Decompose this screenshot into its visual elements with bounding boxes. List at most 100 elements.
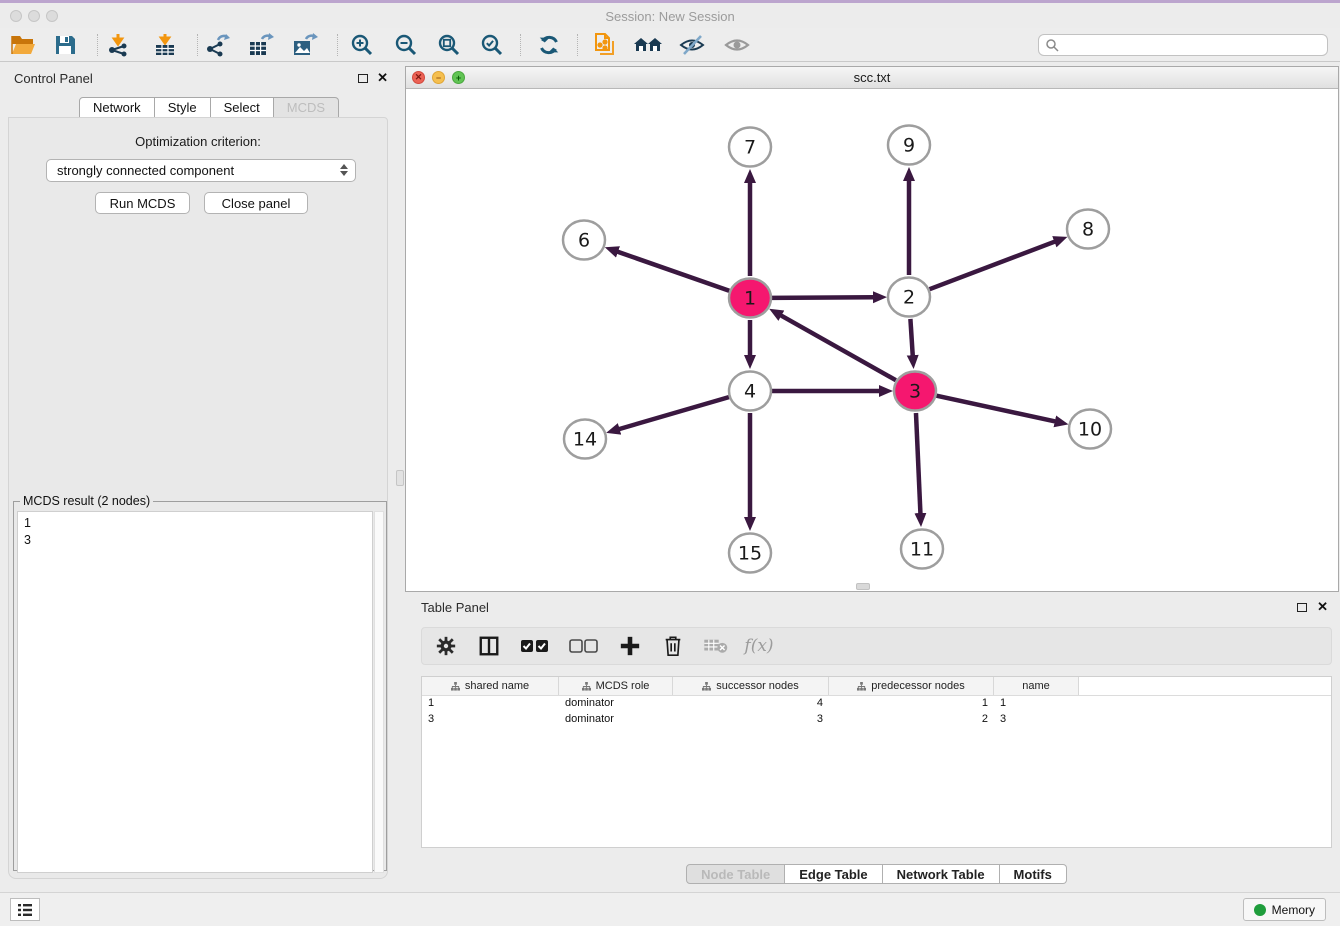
graph-node-label: 10 [1078, 419, 1102, 441]
tab-select[interactable]: Select [211, 97, 274, 118]
search-icon [1045, 38, 1059, 52]
close-panel-button[interactable]: Close panel [204, 192, 308, 214]
toolbar-separator [197, 34, 198, 56]
table-cell[interactable]: 1 [994, 696, 1079, 712]
export-image-icon[interactable] [290, 32, 320, 58]
mcds-result-list[interactable]: 1 3 [17, 511, 373, 873]
table-row[interactable]: 1dominator411 [422, 696, 1331, 712]
table-cell[interactable]: 1 [829, 696, 994, 712]
criterion-select[interactable]: strongly connected component [46, 159, 356, 182]
main-toolbar [0, 28, 1340, 62]
column-header-name[interactable]: name [994, 677, 1079, 695]
tab-edge-table[interactable]: Edge Table [785, 864, 882, 884]
close-panel-icon[interactable]: ✕ [377, 70, 388, 86]
show-all-icon[interactable] [722, 32, 752, 58]
delete-column-icon[interactable] [659, 633, 687, 659]
task-history-button[interactable] [10, 898, 40, 921]
zoom-out-icon[interactable] [391, 32, 421, 58]
task-list-icon [17, 903, 33, 917]
graph-edge[interactable] [930, 241, 1056, 289]
graph-node-label: 1 [744, 288, 756, 310]
table-cell[interactable]: dominator [559, 712, 673, 728]
control-panel-tabs: Network Style Select MCDS [79, 97, 339, 118]
hierarchy-icon [451, 682, 460, 691]
export-network-icon[interactable] [203, 32, 233, 58]
graph-edge[interactable] [910, 319, 912, 356]
duplicate-network-icon[interactable] [589, 32, 619, 58]
show-columns-icon[interactable] [475, 633, 503, 659]
tab-node-table[interactable]: Node Table [686, 864, 785, 884]
create-column-icon[interactable] [616, 633, 644, 659]
tab-network-table[interactable]: Network Table [883, 864, 1000, 884]
table-body: 1dominator4113dominator323 [422, 696, 1331, 728]
network-window-title: scc.txt [406, 70, 1338, 85]
control-panel: Control Panel ✕ Network Style Select MCD… [0, 62, 396, 886]
export-table-icon[interactable] [246, 32, 276, 58]
graph-node-label: 7 [744, 137, 756, 159]
refresh-layout-icon[interactable] [534, 32, 564, 58]
table-cell[interactable]: 4 [673, 696, 829, 712]
import-network-icon[interactable] [103, 32, 133, 58]
table-settings-icon[interactable] [432, 633, 460, 659]
mcds-panel: Optimization criterion: strongly connect… [8, 117, 388, 879]
import-table-icon[interactable] [150, 32, 180, 58]
table-cell[interactable]: 1 [422, 696, 559, 712]
graph-edge[interactable] [772, 297, 874, 298]
table-cell[interactable]: 2 [829, 712, 994, 728]
graph-node-label: 2 [903, 287, 915, 309]
graph-edge[interactable] [619, 397, 729, 429]
run-mcds-button[interactable]: Run MCDS [95, 192, 190, 214]
status-bar: Memory [0, 892, 1340, 926]
tab-motifs[interactable]: Motifs [1000, 864, 1067, 884]
deselect-all-rows-icon[interactable] [567, 633, 601, 659]
graph-node-label: 3 [909, 381, 921, 403]
toolbar-separator [520, 34, 521, 56]
open-session-icon[interactable] [8, 32, 38, 58]
column-header-predecessor-nodes[interactable]: predecessor nodes [829, 677, 994, 695]
float-panel-icon[interactable] [358, 74, 368, 83]
result-line: 1 [24, 515, 372, 532]
zoom-in-icon[interactable] [347, 32, 377, 58]
table-tabs: Node Table Edge Table Network Table Moti… [413, 864, 1340, 884]
tab-style[interactable]: Style [155, 97, 211, 118]
panel-splitter-handle[interactable] [396, 470, 404, 486]
first-neighbors-icon[interactable] [633, 32, 663, 58]
result-scrollbar[interactable] [374, 511, 384, 873]
network-window-titlebar[interactable]: ✕ − + scc.txt [406, 67, 1338, 89]
table-cell[interactable]: dominator [559, 696, 673, 712]
graph-node-label: 8 [1082, 219, 1094, 241]
search-input[interactable] [1063, 36, 1327, 54]
control-panel-title: Control Panel [14, 71, 93, 86]
table-row[interactable]: 3dominator323 [422, 712, 1331, 728]
hierarchy-icon [582, 682, 591, 691]
graph-edge[interactable] [617, 252, 729, 291]
hide-selected-icon[interactable] [677, 32, 707, 58]
delete-table-icon [702, 633, 730, 659]
mcds-result-title: MCDS result (2 nodes) [20, 494, 153, 508]
table-cell[interactable]: 3 [994, 712, 1079, 728]
tab-network[interactable]: Network [79, 97, 155, 118]
close-table-panel-icon[interactable]: ✕ [1317, 599, 1328, 615]
column-header-MCDS-role[interactable]: MCDS role [559, 677, 673, 695]
float-table-panel-icon[interactable] [1297, 603, 1307, 612]
table-cell[interactable]: 3 [422, 712, 559, 728]
table-cell[interactable]: 3 [673, 712, 829, 728]
graph-edge[interactable] [916, 413, 920, 514]
network-canvas[interactable]: 7968124314101511 [406, 89, 1338, 592]
zoom-selected-icon[interactable] [477, 32, 507, 58]
tab-mcds[interactable]: MCDS [274, 97, 339, 118]
select-all-rows-icon[interactable] [518, 633, 552, 659]
toolbar-separator [577, 34, 578, 56]
zoom-fit-icon[interactable] [434, 32, 464, 58]
edge-layer [617, 180, 1056, 518]
window-resize-grip[interactable] [856, 583, 870, 590]
save-session-icon[interactable] [50, 32, 80, 58]
memory-button[interactable]: Memory [1243, 898, 1326, 921]
graph-edge[interactable] [780, 315, 895, 380]
toolbar-separator [337, 34, 338, 56]
column-header-shared-name[interactable]: shared name [422, 677, 559, 695]
hierarchy-icon [857, 682, 866, 691]
graph-edge[interactable] [936, 396, 1055, 422]
search-box[interactable] [1038, 34, 1328, 56]
column-header-successor-nodes[interactable]: successor nodes [673, 677, 829, 695]
